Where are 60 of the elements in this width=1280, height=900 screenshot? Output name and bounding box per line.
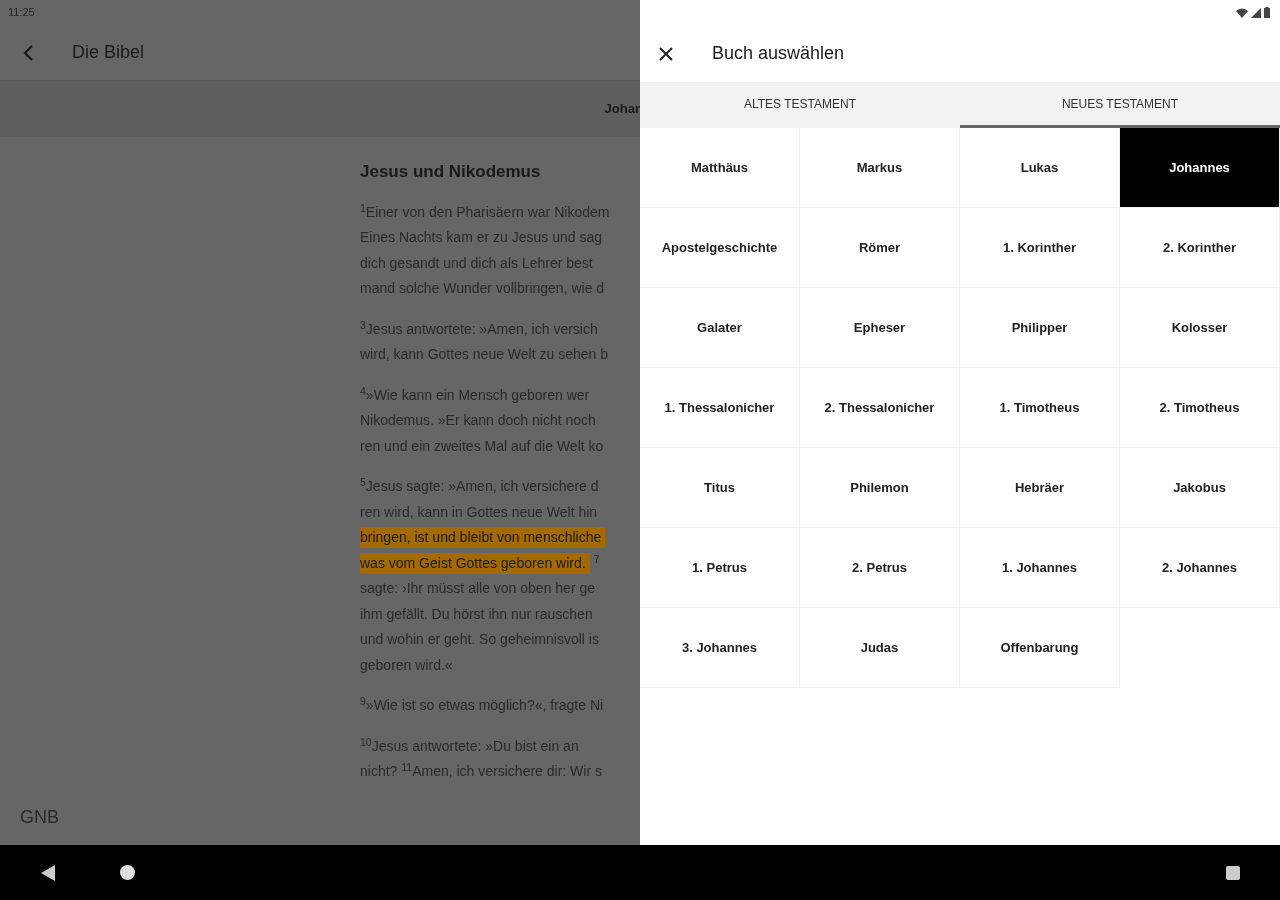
book-item[interactable]: Jakobus [1120, 448, 1280, 528]
verse-text: sagte: ›Ihr müsst alle von oben her ge [360, 579, 596, 599]
book-item[interactable]: 1. Timotheus [960, 368, 1120, 448]
highlighted-text: was vom Geist Gottes geboren wird. [360, 552, 590, 574]
verse-text: Eines Nachts kam er zu Jesus und sag [360, 228, 602, 248]
verse-text: 7 [593, 552, 600, 567]
book-item[interactable]: 2. Petrus [800, 528, 960, 608]
book-item[interactable]: Apostelgeschichte [640, 208, 800, 288]
verse-text: und wohin er geht. So geheimnisvoll is [360, 630, 599, 650]
testament-tab[interactable]: ALTES TESTAMENT [640, 82, 960, 128]
verse-text: nicht? $^{11}$Amen, ich versichere dir: Wir s [360, 761, 602, 782]
book-item[interactable]: Offenbarung [960, 608, 1120, 688]
book-item[interactable]: Philipper [960, 288, 1120, 368]
verse-text: wird, kann Gottes neue Welt zu sehen b [360, 345, 608, 365]
verse-text: geboren wird.« [360, 655, 453, 675]
wifi-icon [1236, 7, 1248, 18]
section-heading: Jesus und Nikodemus [360, 161, 542, 183]
book-item[interactable]: Kolosser [1120, 288, 1280, 368]
verse-text: mand solche Wunder vollbringen, wie d [360, 279, 605, 299]
verse-text: ren und ein zweites Mal auf die Welt ko [360, 436, 604, 456]
status-time: 11:25 [8, 5, 35, 21]
verse-text: $^{3}$Jesus antwortete: »Amen, ich versich [360, 318, 598, 339]
home-button[interactable] [120, 865, 135, 880]
nav-back-button[interactable] [40, 864, 56, 881]
book-item[interactable]: 2. Korinther [1120, 208, 1280, 288]
book-item[interactable]: 2. Timotheus [1120, 368, 1280, 448]
app-title: Die Bibel [72, 41, 145, 64]
book-item[interactable]: 2. Johannes [1120, 528, 1280, 608]
verse-text: Nikodemus. »Er kann doch nicht noch [360, 411, 596, 431]
recents-button[interactable] [1226, 865, 1240, 880]
book-item[interactable]: Judas [800, 608, 960, 688]
book-item[interactable]: 3. Johannes [640, 608, 800, 688]
verse-text: ren wird, kann in Gottes neue Welt hin [360, 502, 598, 522]
book-item[interactable]: 1. Johannes [960, 528, 1120, 608]
highlighted-text: bringen, ist und bleibt von menschliche [360, 527, 606, 549]
book-item[interactable]: Johannes [1120, 128, 1280, 208]
book-item[interactable]: Galater [640, 288, 800, 368]
back-icon [41, 864, 55, 881]
battery-icon [1264, 7, 1270, 18]
picker-title: Buch auswählen [712, 42, 845, 65]
book-item[interactable]: Markus [800, 128, 960, 208]
book-item[interactable]: 2. Thessalonicher [800, 368, 960, 448]
verse-text: $^{5}$Jesus sagte: »Amen, ich versichere d [360, 476, 599, 497]
book-item[interactable]: Römer [800, 208, 960, 288]
book-item[interactable]: Titus [640, 448, 800, 528]
verse-text: dich gesandt und dich als Lehrer best [360, 253, 593, 273]
signal-icon [1251, 7, 1261, 18]
close-icon [659, 46, 673, 61]
book-item[interactable]: Lukas [960, 128, 1120, 208]
book-item[interactable]: Matthäus [640, 128, 800, 208]
back-icon [22, 43, 34, 62]
verse-text: ihm gefällt. Du hörst ihn nur rauschen [360, 604, 593, 624]
book-item[interactable]: 1. Korinther [960, 208, 1120, 288]
book-item[interactable]: Hebräer [960, 448, 1120, 528]
book-item[interactable]: 1. Petrus [640, 528, 800, 608]
translation-label: GNB [20, 806, 59, 829]
book-item[interactable]: Philemon [800, 448, 960, 528]
book-item[interactable]: 1. Thessalonicher [640, 368, 800, 448]
verse-text: $^{9}$»Wie ist so etwas möglich?«, fragte Ni [360, 695, 604, 716]
book-item[interactable]: Epheser [800, 288, 960, 368]
